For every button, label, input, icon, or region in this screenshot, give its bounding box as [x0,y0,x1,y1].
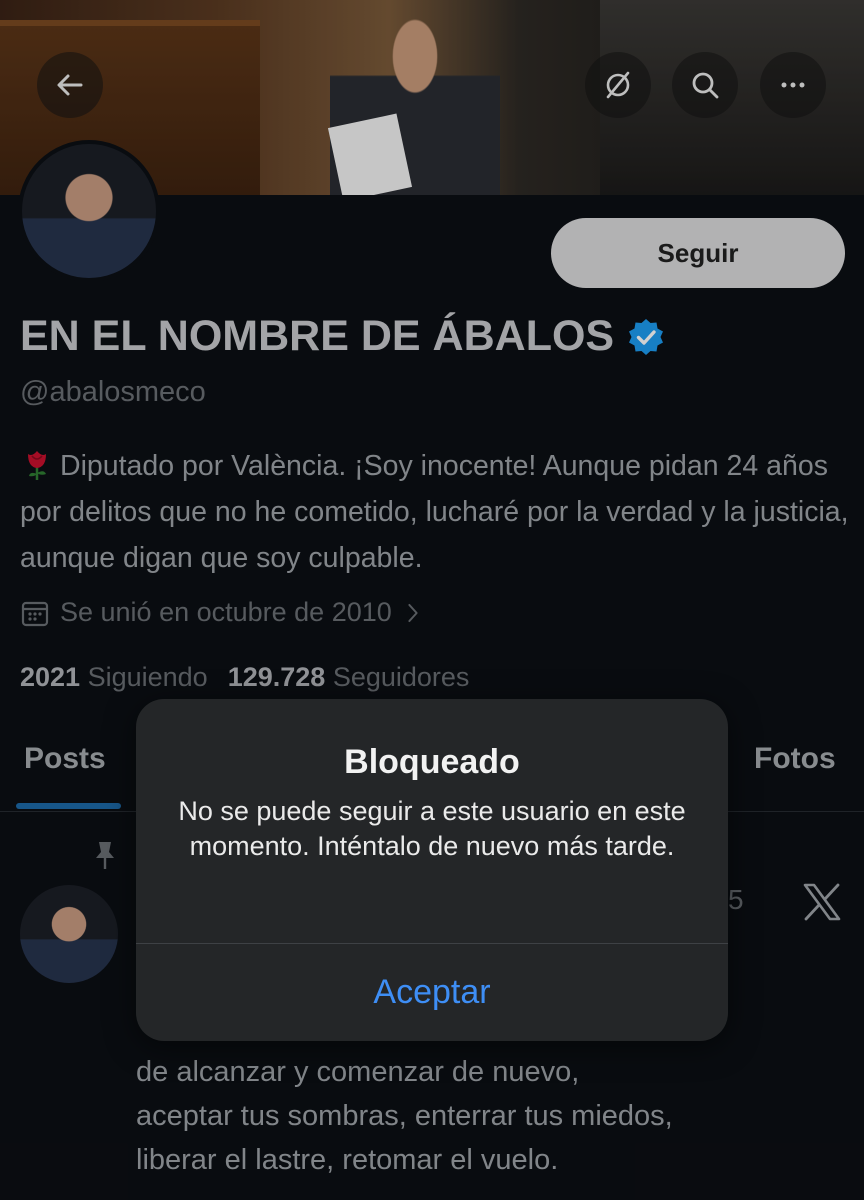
blocked-alert-dialog: Bloqueado No se puede seguir a este usua… [136,699,728,1041]
alert-message: No se puede seguir a este usuario en est… [178,796,686,861]
alert-title: Bloqueado [344,743,520,781]
accept-button[interactable]: Aceptar [136,944,728,1041]
